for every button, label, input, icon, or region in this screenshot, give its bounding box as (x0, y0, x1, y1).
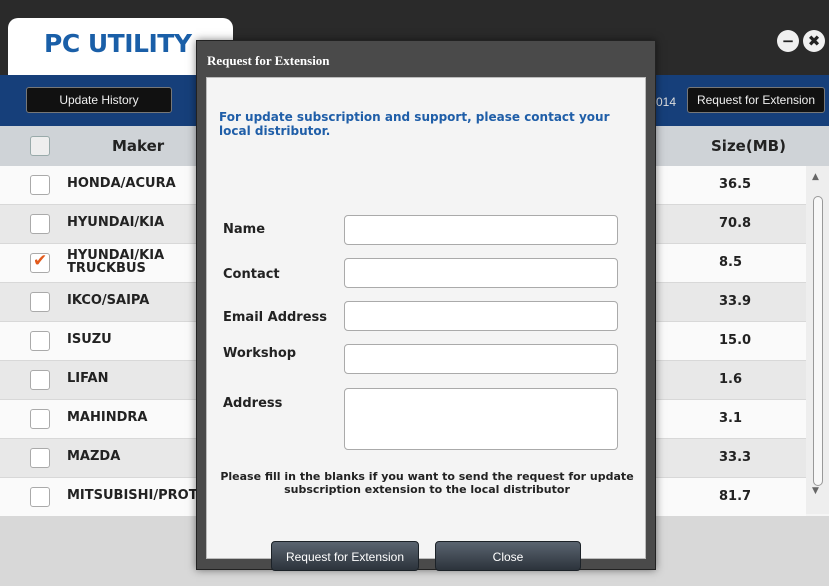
row-checkbox[interactable] (30, 175, 50, 195)
contact-input[interactable] (345, 259, 617, 287)
row-size: 33.3 (719, 450, 752, 465)
close-icon[interactable]: ✖ (803, 30, 825, 52)
app-title: PC UTILITY (44, 29, 192, 58)
email-label: Email Address (223, 310, 328, 325)
workshop-field[interactable] (344, 344, 618, 374)
header-size: Size(MB) (711, 137, 786, 155)
row-maker: HYUNDAI/KIA (67, 215, 165, 230)
update-history-button[interactable]: Update History (26, 87, 172, 113)
row-maker: MITSUBISHI/PROT (67, 488, 198, 503)
row-maker: IKCO/SAIPA (67, 293, 150, 308)
row-checkbox[interactable] (30, 448, 50, 468)
address-field[interactable] (344, 388, 618, 450)
address-textarea[interactable] (345, 389, 617, 449)
row-maker: LIFAN (67, 371, 109, 386)
dialog-note: Please fill in the blanks if you want to… (220, 470, 634, 496)
row-checkbox[interactable] (30, 331, 50, 351)
close-button[interactable]: Close (435, 541, 581, 571)
row-checkbox[interactable] (30, 214, 50, 234)
row-size: 8.5 (719, 255, 743, 270)
date-fragment: 014 (656, 95, 677, 109)
email-field[interactable] (344, 301, 618, 331)
row-checkbox-checked[interactable] (30, 251, 50, 273)
email-input[interactable] (345, 302, 617, 330)
row-maker: HONDA/ACURA (67, 176, 176, 191)
row-maker: MAZDA (67, 449, 121, 464)
name-label: Name (223, 222, 266, 237)
row-size: 3.1 (719, 411, 743, 426)
row-maker: HYUNDAI/KIA TRUCKBUS (67, 248, 165, 276)
name-input[interactable] (345, 216, 617, 244)
row-maker: ISUZU (67, 332, 112, 347)
request-extension-toolbar-button[interactable]: Request for Extension (687, 87, 825, 113)
scroll-down-icon[interactable]: ▼ (812, 486, 819, 496)
row-size: 70.8 (719, 216, 752, 231)
contact-field[interactable] (344, 258, 618, 288)
address-label: Address (223, 396, 283, 411)
minimize-icon[interactable]: − (777, 30, 799, 52)
scroll-up-icon[interactable]: ▲ (812, 172, 819, 182)
request-extension-button[interactable]: Request for Extension (271, 541, 419, 571)
header-maker: Maker (112, 137, 165, 155)
contact-label: Contact (223, 267, 280, 282)
row-size: 33.9 (719, 294, 752, 309)
dialog-body: For update subscription and support, ple… (206, 77, 646, 571)
row-size: 36.5 (719, 177, 752, 192)
workshop-input[interactable] (345, 345, 617, 373)
row-size: 1.6 (719, 372, 743, 387)
row-checkbox[interactable] (30, 409, 50, 429)
name-field[interactable] (344, 215, 618, 245)
row-size: 81.7 (719, 489, 752, 504)
row-checkbox[interactable] (30, 370, 50, 390)
row-checkbox[interactable] (30, 292, 50, 312)
row-maker: MAHINDRA (67, 410, 148, 425)
request-extension-dialog: Request for Extension For update subscri… (196, 40, 656, 571)
select-all-checkbox[interactable] (30, 136, 50, 156)
dialog-info-text: For update subscription and support, ple… (219, 110, 610, 138)
scrollbar-thumb[interactable] (813, 196, 823, 486)
dialog-title: Request for Extension (207, 53, 330, 68)
row-size: 15.0 (719, 333, 752, 348)
table-scrollbar[interactable]: ▲ ▼ (806, 166, 829, 514)
workshop-label: Workshop (223, 346, 297, 361)
row-checkbox[interactable] (30, 487, 50, 507)
